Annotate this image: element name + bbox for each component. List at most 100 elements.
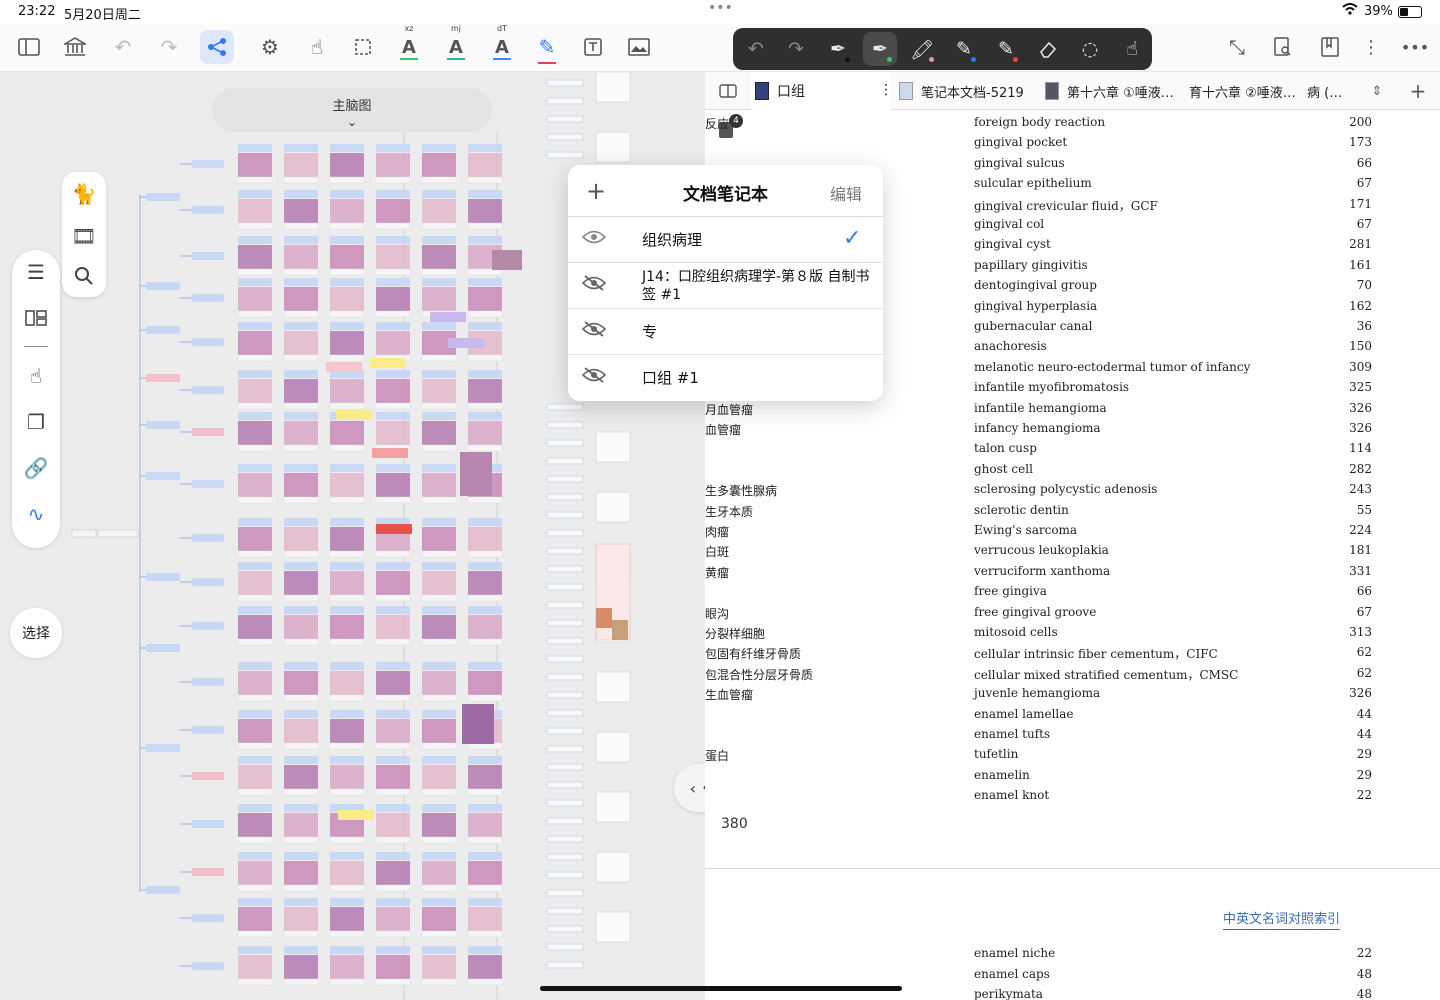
home-indicator[interactable] bbox=[540, 986, 902, 991]
highlight-note bbox=[336, 410, 372, 420]
index-row[interactable]: 眼沟 free gingival groove 67 bbox=[705, 605, 1440, 625]
pen-icon[interactable]: ✎ bbox=[530, 30, 564, 64]
tab-chapter16-1[interactable]: 第十六章 ①唾液… bbox=[1045, 72, 1181, 110]
card-footer bbox=[467, 222, 503, 230]
index-row[interactable]: 包混合性分层牙骨质 cellular mixed stratified cemen… bbox=[705, 666, 1440, 686]
settings-gear-icon[interactable]: ⚙ bbox=[253, 30, 287, 64]
bookmark-book-icon[interactable] bbox=[1313, 30, 1347, 64]
pen-redo-icon[interactable]: ↷ bbox=[779, 32, 813, 66]
link-icon[interactable]: 🔗 bbox=[14, 448, 58, 488]
pencil-icon[interactable]: ✎ bbox=[947, 32, 981, 66]
eye-slash-icon[interactable] bbox=[581, 275, 608, 295]
index-row[interactable]: 包固有纤维牙骨质 cellular intrinsic fiber cementu… bbox=[705, 645, 1440, 665]
highlight-dt-icon[interactable]: dT A bbox=[485, 24, 519, 64]
histology-thumbnail bbox=[422, 287, 456, 311]
edit-button[interactable]: 编辑 bbox=[830, 181, 862, 205]
chevron-left-icon[interactable]: ‹ bbox=[690, 779, 696, 798]
index-term-english: Ewing's sarcoma bbox=[974, 523, 1078, 537]
index-page-number: 62 bbox=[1356, 665, 1372, 680]
index-row[interactable]: 生血管瘤 juvenle hemangioma 326 bbox=[705, 686, 1440, 706]
eraser-icon[interactable] bbox=[1031, 32, 1065, 66]
tab-more-icon[interactable]: ⋮ bbox=[879, 82, 891, 98]
tab-kouzu[interactable]: 口组 ⋮ bbox=[751, 72, 891, 110]
index-row[interactable]: 月血管瘤 infantile hemangioma 326 bbox=[705, 401, 1440, 421]
highlight-mj-icon[interactable]: mj A bbox=[439, 24, 473, 64]
index-row[interactable]: 反应 foreign body reaction 200 bbox=[705, 115, 1440, 135]
undo-icon[interactable]: ↶ bbox=[106, 30, 140, 64]
index-row[interactable]: enamel knot 22 bbox=[705, 788, 1440, 808]
tab-pathology[interactable]: 病 (… bbox=[1307, 72, 1355, 110]
squiggle-icon[interactable]: ∿ bbox=[14, 494, 58, 534]
add-tab-icon[interactable]: + bbox=[1405, 72, 1431, 110]
index-row[interactable]: 生牙本质 sclerotic dentin 55 bbox=[705, 503, 1440, 523]
highlight-xz-icon[interactable]: xz A bbox=[392, 24, 426, 64]
index-row[interactable]: 蛋白 tufetlin 29 bbox=[705, 747, 1440, 767]
image-icon[interactable] bbox=[622, 30, 656, 64]
highlighter-icon[interactable]: 🖍 bbox=[905, 32, 939, 66]
collapse-icon[interactable]: ⤡ bbox=[1220, 30, 1254, 64]
layout-icon[interactable] bbox=[14, 298, 58, 338]
index-row[interactable]: enamel lamellae 44 bbox=[705, 707, 1440, 727]
tab-chapter16-2[interactable]: 育十六章 ②唾液… bbox=[1189, 72, 1303, 110]
pencil-red-icon[interactable]: ✎ bbox=[989, 32, 1023, 66]
notebook-item[interactable]: 组织病理 ✓ bbox=[568, 217, 883, 263]
touch-hand-icon[interactable]: ☝ bbox=[1115, 32, 1149, 66]
search-icon[interactable] bbox=[62, 256, 106, 296]
index-row[interactable]: 肉瘤 Ewing's sarcoma 224 bbox=[705, 523, 1440, 543]
lasso-select-icon[interactable] bbox=[346, 30, 380, 64]
sidebar-toggle-icon[interactable] bbox=[12, 30, 46, 64]
index-row[interactable]: enamel tufts 44 bbox=[705, 727, 1440, 747]
notebook-item[interactable]: J14：口腔组织病理学-第８版 自制书签 #1 bbox=[568, 263, 883, 309]
notebook-item[interactable]: 专 bbox=[568, 309, 883, 355]
index-row[interactable]: free gingiva 66 bbox=[705, 584, 1440, 604]
cat-icon[interactable]: 🐈 bbox=[62, 174, 106, 214]
index-row[interactable]: enamel niche 22 bbox=[705, 946, 1440, 966]
document-search-icon[interactable] bbox=[1266, 30, 1300, 64]
more-vertical-icon[interactable]: ⋮ bbox=[1354, 30, 1388, 64]
film-icon[interactable]: 🎞 bbox=[62, 216, 106, 256]
index-row[interactable]: 白斑 verrucous leukoplakia 181 bbox=[705, 543, 1440, 563]
eye-slash-icon[interactable] bbox=[581, 367, 608, 387]
mindmap-title-label: 主脑图 bbox=[332, 99, 372, 114]
redo-icon[interactable]: ↷ bbox=[152, 30, 186, 64]
textbox-icon[interactable] bbox=[576, 30, 610, 64]
index-row[interactable]: enamel caps 48 bbox=[705, 967, 1440, 987]
index-row[interactable]: ghost cell 282 bbox=[705, 462, 1440, 482]
pen-green-icon[interactable]: ✒ bbox=[863, 32, 897, 66]
histology-thumbnail bbox=[468, 671, 502, 695]
mindmap-icon[interactable] bbox=[200, 30, 234, 64]
notebook-name: 口组 #1 bbox=[642, 369, 699, 387]
histology-thumbnail bbox=[376, 615, 410, 639]
select-button[interactable]: 选择 bbox=[10, 608, 62, 658]
card-footer bbox=[329, 176, 365, 184]
card-footer bbox=[237, 354, 273, 362]
hand-icon[interactable]: ☝ bbox=[14, 356, 58, 396]
index-term-english: juvenle hemangioma bbox=[974, 686, 1101, 701]
library-icon[interactable] bbox=[58, 30, 92, 64]
pen-undo-icon[interactable]: ↶ bbox=[739, 32, 773, 66]
notebook-item[interactable]: 口组 #1 bbox=[568, 355, 883, 401]
index-row[interactable]: enamelin 29 bbox=[705, 768, 1440, 788]
mindmap-title[interactable]: 主脑图 ⌄ bbox=[212, 88, 492, 132]
lasso-icon[interactable]: ◌ bbox=[1073, 32, 1107, 66]
card-header bbox=[468, 278, 502, 286]
eye-slash-icon[interactable] bbox=[581, 321, 608, 341]
fountain-pen-icon[interactable]: ✒ bbox=[821, 32, 855, 66]
index-row[interactable]: talon cusp 114 bbox=[705, 441, 1440, 461]
index-row[interactable]: 生多囊性腺病 sclerosing polycystic adenosis 243 bbox=[705, 482, 1440, 502]
copy-icon[interactable]: ❐ bbox=[14, 402, 58, 442]
tab-notebook-5219[interactable]: 笔记本文档-5219 bbox=[899, 72, 1039, 110]
eye-icon[interactable] bbox=[581, 229, 608, 249]
index-row[interactable]: 血管瘤 infancy hemangioma 326 bbox=[705, 421, 1440, 441]
hand-pointer-icon[interactable]: ☝ bbox=[300, 30, 334, 64]
index-page-number: 66 bbox=[1356, 155, 1372, 170]
index-row[interactable]: gingival pocket 173 bbox=[705, 135, 1440, 155]
tab-sort-icon[interactable]: ⇕ bbox=[1365, 72, 1389, 110]
index-row[interactable]: 分裂样细胞 mitosoid cells 313 bbox=[705, 625, 1440, 645]
split-view-icon[interactable] bbox=[711, 72, 745, 110]
card-header bbox=[376, 756, 410, 764]
index-row[interactable]: 黄瘤 verruciform xanthoma 331 bbox=[705, 564, 1440, 584]
list-icon[interactable]: ☰ bbox=[14, 252, 58, 292]
more-horizontal-icon[interactable]: ••• bbox=[1398, 30, 1432, 64]
multitask-dots-icon[interactable]: ••• bbox=[708, 0, 733, 16]
